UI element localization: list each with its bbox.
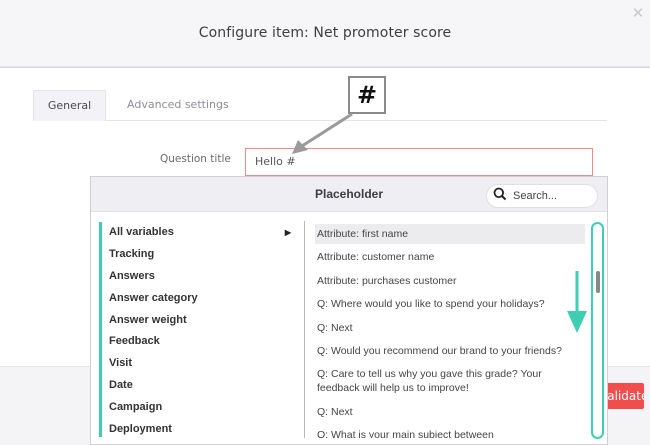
category-answer-weight[interactable]: Answer weight [102,310,299,332]
placeholder-item[interactable]: Q: Would you recommend our brand to your… [315,341,585,361]
question-title-input[interactable]: Hello # [245,148,593,176]
placeholder-panel: Placeholder All variables ▶ Tracking Ans… [90,176,608,445]
arrow-right-icon: ▶ [284,228,291,237]
placeholder-item[interactable]: Attribute: customer name [315,247,585,267]
category-answer-category[interactable]: Answer category [102,288,299,310]
tab-bar: General Advanced settings [33,90,607,121]
close-icon[interactable]: ✕ [630,6,646,22]
column-divider [304,221,305,438]
category-feedback[interactable]: Feedback [102,331,299,353]
tab-advanced-settings[interactable]: Advanced settings [127,90,229,121]
variable-category-list: All variables ▶ Tracking Answers Answer … [99,222,299,437]
category-answers[interactable]: Answers [102,266,299,288]
hash-callout-box: # [348,76,386,114]
category-campaign[interactable]: Campaign [102,397,299,419]
category-tracking[interactable]: Tracking [102,244,299,266]
search-icon [493,187,507,206]
placeholder-item[interactable]: Q: What is your main subject between [315,425,585,438]
scrollbar-thumb[interactable] [596,271,600,293]
search-input[interactable] [513,190,593,202]
category-label: All variables [109,226,174,238]
tab-general[interactable]: General [33,90,106,121]
placeholder-item[interactable]: Q: Care to tell us why you gave this gra… [315,364,585,398]
placeholder-item-list: Attribute: first name Attribute: custome… [315,224,585,438]
category-visit[interactable]: Visit [102,353,299,375]
placeholder-item[interactable]: Q: Where would you like to spend your ho… [315,294,585,314]
category-all-variables[interactable]: All variables ▶ [102,222,299,244]
placeholder-item[interactable]: Attribute: first name [315,224,585,244]
scrollbar[interactable] [591,222,604,439]
question-title-label: Question title [160,153,231,165]
scroll-down-arrow-icon [567,271,587,333]
placeholder-item[interactable]: Q: Next [315,402,585,422]
placeholder-header: Placeholder [91,177,607,212]
search-box[interactable] [486,184,598,208]
category-date[interactable]: Date [102,375,299,397]
placeholder-item[interactable]: Q: Next [315,318,585,338]
placeholder-item[interactable]: Attribute: purchases customer [315,271,585,291]
modal-title: Configure item: Net promoter score [198,25,452,41]
category-deployment[interactable]: Deployment [102,419,299,441]
modal-header: Configure item: Net promoter score ✕ [0,0,650,67]
